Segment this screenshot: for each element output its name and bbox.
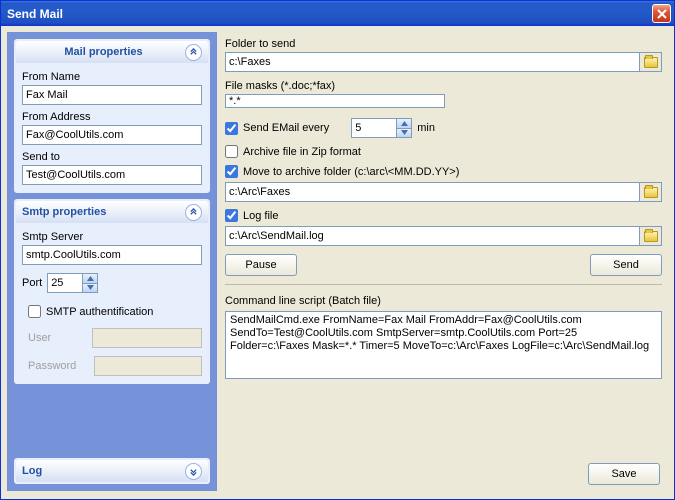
log-panel: Log bbox=[14, 458, 210, 484]
port-input[interactable] bbox=[48, 274, 82, 292]
from-address-input[interactable] bbox=[22, 125, 202, 145]
send-every-unit: min bbox=[417, 122, 435, 134]
triangle-down-icon bbox=[401, 130, 408, 135]
send-every-spin-arrows bbox=[396, 119, 411, 137]
spin-up-button[interactable] bbox=[396, 119, 411, 129]
folder-icon bbox=[644, 57, 658, 68]
send-to-input[interactable] bbox=[22, 165, 202, 185]
expand-button[interactable] bbox=[185, 463, 202, 480]
mail-panel-header[interactable]: Mail properties bbox=[16, 41, 208, 63]
log-panel-header[interactable]: Log bbox=[16, 460, 208, 482]
masks-input[interactable] bbox=[225, 94, 445, 108]
send-button[interactable]: Send bbox=[590, 254, 662, 276]
action-row: Pause Send bbox=[225, 254, 662, 276]
archive-zip-label: Archive file in Zip format bbox=[243, 146, 361, 158]
mail-panel-title: Mail properties bbox=[22, 46, 185, 58]
separator bbox=[225, 284, 662, 285]
from-name-label: From Name bbox=[22, 71, 202, 83]
log-panel-title: Log bbox=[22, 465, 185, 477]
chevron-up-icon bbox=[189, 48, 198, 57]
mail-panel-body: From Name From Address Send to bbox=[16, 63, 208, 185]
close-icon bbox=[657, 9, 667, 19]
send-every-input[interactable] bbox=[352, 119, 396, 137]
folder-label: Folder to send bbox=[225, 38, 662, 50]
folder-input[interactable] bbox=[225, 52, 640, 72]
logfile-checkbox[interactable] bbox=[225, 209, 238, 222]
masks-label: File masks (*.doc;*fax) bbox=[225, 80, 662, 92]
chevron-up-icon bbox=[189, 208, 198, 217]
masks-group: File masks (*.doc;*fax) bbox=[225, 76, 662, 108]
triangle-down-icon bbox=[87, 285, 94, 290]
smtp-auth-label: SMTP authentification bbox=[46, 306, 153, 318]
from-name-input[interactable] bbox=[22, 85, 202, 105]
triangle-up-icon bbox=[401, 121, 408, 126]
collapse-button[interactable] bbox=[185, 44, 202, 61]
archive-folder-browse-button[interactable] bbox=[640, 182, 662, 202]
save-row: Save bbox=[229, 459, 660, 485]
port-label: Port bbox=[22, 277, 42, 289]
window: Send Mail Mail properties From Name From… bbox=[0, 0, 675, 500]
user-input bbox=[92, 328, 202, 348]
smtp-server-label: Smtp Server bbox=[22, 231, 202, 243]
smtp-properties-panel: Smtp properties Smtp Server Port bbox=[14, 199, 210, 384]
spin-up-button[interactable] bbox=[82, 274, 97, 284]
main-pane: Folder to send File masks (*.doc;*fax) S… bbox=[223, 32, 666, 491]
smtp-panel-title: Smtp properties bbox=[22, 206, 185, 218]
cmd-label: Command line script (Batch file) bbox=[225, 295, 662, 307]
folder-browse-button[interactable] bbox=[640, 52, 662, 72]
password-label: Password bbox=[28, 360, 76, 372]
port-spin-arrows bbox=[82, 274, 97, 292]
sidebar: Mail properties From Name From Address S… bbox=[7, 32, 217, 491]
archive-folder-input[interactable] bbox=[225, 182, 640, 202]
close-button[interactable] bbox=[652, 4, 671, 23]
window-title: Send Mail bbox=[7, 7, 652, 21]
from-address-label: From Address bbox=[22, 111, 202, 123]
titlebar[interactable]: Send Mail bbox=[1, 1, 674, 26]
folder-icon bbox=[644, 231, 658, 242]
move-archive-checkbox[interactable] bbox=[225, 165, 238, 178]
password-input bbox=[94, 356, 202, 376]
smtp-auth-checkbox[interactable] bbox=[28, 305, 41, 318]
folder-icon bbox=[644, 187, 658, 198]
logfile-label: Log file bbox=[243, 210, 278, 222]
body: Mail properties From Name From Address S… bbox=[1, 26, 674, 499]
port-spinner[interactable] bbox=[47, 273, 98, 293]
send-every-spinner[interactable] bbox=[351, 118, 412, 138]
send-every-label: Send EMail every bbox=[243, 122, 329, 134]
smtp-panel-header[interactable]: Smtp properties bbox=[16, 201, 208, 223]
collapse-button[interactable] bbox=[185, 204, 202, 221]
smtp-panel-body: Smtp Server Port bbox=[16, 223, 208, 376]
folder-group: Folder to send bbox=[225, 34, 662, 72]
save-button[interactable]: Save bbox=[588, 463, 660, 485]
logfile-input[interactable] bbox=[225, 226, 640, 246]
triangle-up-icon bbox=[87, 276, 94, 281]
pause-button[interactable]: Pause bbox=[225, 254, 297, 276]
chevron-down-icon bbox=[189, 467, 198, 476]
user-label: User bbox=[28, 332, 74, 344]
spin-down-button[interactable] bbox=[396, 129, 411, 138]
cmd-script-box[interactable]: SendMailCmd.exe FromName=Fax Mail FromAd… bbox=[225, 311, 662, 379]
move-archive-label: Move to archive folder (c:\arc\<MM.DD.YY… bbox=[243, 166, 459, 178]
logfile-browse-button[interactable] bbox=[640, 226, 662, 246]
send-to-label: Send to bbox=[22, 151, 202, 163]
spin-down-button[interactable] bbox=[82, 284, 97, 293]
archive-zip-checkbox[interactable] bbox=[225, 145, 238, 158]
mail-properties-panel: Mail properties From Name From Address S… bbox=[14, 39, 210, 193]
send-every-checkbox[interactable] bbox=[225, 122, 238, 135]
smtp-server-input[interactable] bbox=[22, 245, 202, 265]
